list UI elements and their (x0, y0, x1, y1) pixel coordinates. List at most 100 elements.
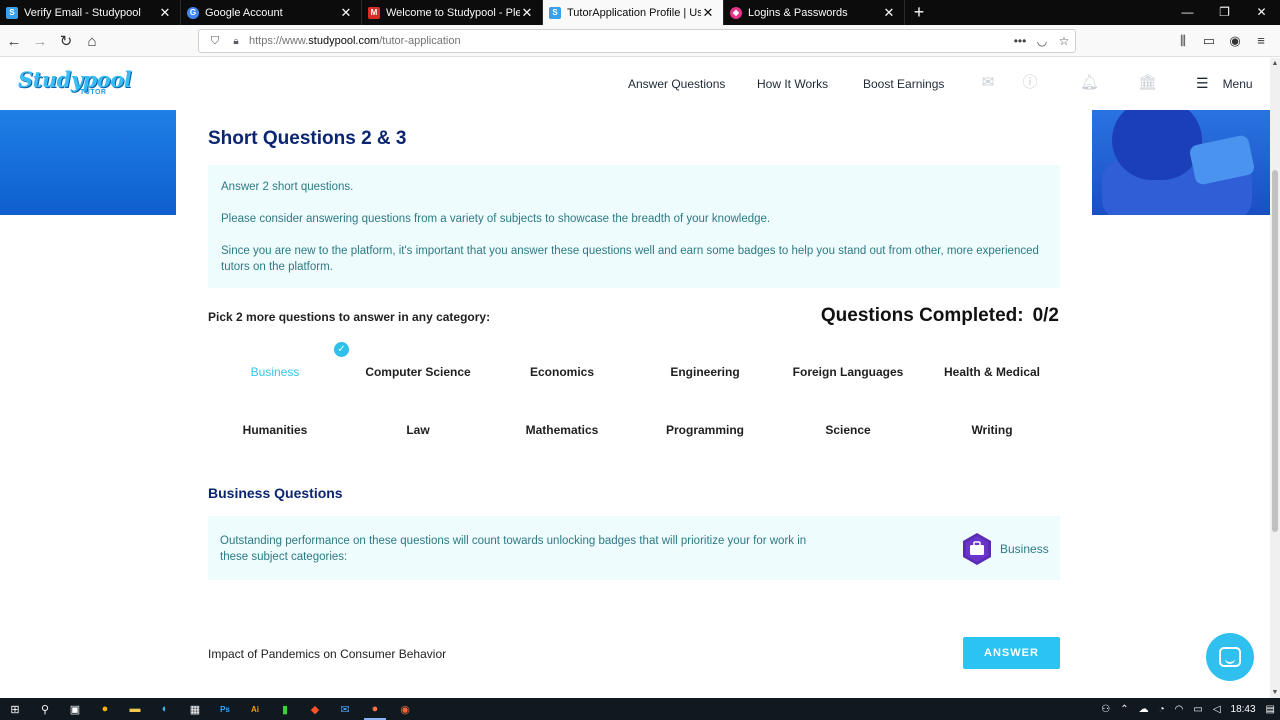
category-economics[interactable]: Economics (492, 346, 632, 398)
account-icon[interactable]: ◉ (1222, 30, 1248, 52)
site-header: Studypool TUTOR Answer Questions How It … (0, 58, 1270, 110)
chrome-icon[interactable]: ● (90, 698, 120, 720)
category-health-medical[interactable]: Health & Medical (922, 346, 1062, 398)
studypool-logo[interactable]: Studypool TUTOR (18, 67, 132, 96)
notification-icon[interactable]: ▤ (1261, 704, 1280, 715)
category-humanities[interactable]: Humanities (205, 404, 345, 456)
badge-info-text: Outstanding performance on these questio… (220, 535, 807, 563)
category-business[interactable]: Business (205, 346, 345, 398)
logo-subtitle: TUTOR (80, 89, 107, 96)
close-window-icon[interactable]: ✕ (1243, 0, 1280, 25)
wifi-icon[interactable]: ◠ (1170, 704, 1189, 715)
tab-close-icon[interactable]: ✕ (520, 5, 534, 21)
system-tray: ⚇ ⌃ ☁ ◔ ◠ ▭ ◁ 18:43 ▤ (1096, 698, 1280, 720)
store-icon[interactable]: ▦ (180, 698, 210, 720)
browser-tab-tutor-application[interactable]: S TutorApplication Profile | User ✕ (543, 0, 724, 25)
minimize-icon[interactable]: — (1169, 0, 1206, 25)
windows-start-icon[interactable]: ⊞ (0, 698, 30, 720)
onedrive-icon[interactable]: ☁ (1134, 704, 1154, 715)
chat-launcher-button[interactable] (1206, 633, 1254, 681)
tab-title: TutorApplication Profile | User (567, 6, 701, 19)
reload-icon[interactable]: ↻ (56, 31, 76, 51)
category-foreign-languages[interactable]: Foreign Languages (778, 346, 918, 398)
menu-button[interactable]: ☰ Menu (1196, 75, 1253, 92)
browser-tab-google-account[interactable]: G Google Account ✕ (181, 0, 362, 25)
battery-icon[interactable]: ▭ (1188, 704, 1207, 715)
browser-tab-logins-passwords[interactable]: ◆ Logins & Passwords ✕ (724, 0, 905, 25)
brave-icon[interactable]: ◆ (300, 698, 330, 720)
gmail-favicon-icon: M (368, 6, 380, 19)
clock[interactable]: 18:43 (1226, 704, 1261, 715)
category-mathematics[interactable]: Mathematics (492, 404, 632, 456)
url-prefix: https://www. (249, 35, 309, 47)
url-path: /tutor-application (379, 35, 461, 47)
people-icon[interactable]: ⚇ (1096, 704, 1115, 715)
restore-icon[interactable]: ❐ (1206, 0, 1243, 25)
volume-icon[interactable]: ◁ (1208, 704, 1226, 715)
lock-icon[interactable]: 🔒︎ (229, 36, 243, 47)
back-icon[interactable]: ← (4, 31, 24, 51)
page-actions-icon[interactable]: ••• (1009, 34, 1031, 48)
new-tab-icon[interactable]: + (905, 0, 933, 25)
tab-title: Welcome to Studypool - Please (386, 6, 520, 19)
tab-close-icon[interactable]: ✕ (882, 5, 896, 21)
scrollbar-thumb[interactable] (1272, 170, 1278, 532)
google-favicon-icon: G (187, 6, 199, 19)
menu-hamburger-icon: ☰ (1196, 75, 1209, 91)
mail-icon[interactable]: ✉ (979, 74, 997, 92)
nav-how-it-works[interactable]: How It Works (757, 58, 828, 110)
photoshop-icon[interactable]: Ps (210, 698, 240, 720)
category-programming[interactable]: Programming (635, 404, 775, 456)
tab-close-icon[interactable]: ✕ (701, 5, 715, 21)
tab-close-icon[interactable]: ✕ (339, 5, 353, 21)
page-title: Short Questions 2 & 3 (208, 128, 407, 149)
task-view-icon[interactable]: ▣ (60, 698, 90, 720)
illustrator-icon[interactable]: Ai (240, 698, 270, 720)
category-writing[interactable]: Writing (922, 404, 1062, 456)
browser-tab-welcome-gmail[interactable]: M Welcome to Studypool - Please ✕ (362, 0, 543, 25)
windows-taskbar: ⊞ ⚲ ▣ ● ▬ ◐ ▦ Ps Ai ▮ ◆ ✉ ● ◉ ⚇ ⌃ ☁ ◔ ◠ … (0, 698, 1280, 720)
nav-boost-earnings[interactable]: Boost Earnings (863, 58, 944, 110)
questions-completed-value: 0/2 (1032, 305, 1059, 326)
forward-icon[interactable]: → (30, 31, 50, 51)
badge-info-box: Outstanding performance on these questio… (208, 516, 1060, 580)
file-explorer-icon[interactable]: ▬ (120, 698, 150, 720)
url-text[interactable]: https://www.studypool.com/tutor-applicat… (249, 35, 1009, 47)
tab-close-icon[interactable]: ✕ (158, 5, 172, 21)
pocket-icon[interactable]: ◡ (1031, 34, 1053, 48)
category-law[interactable]: Law (348, 404, 488, 456)
library-icon[interactable]: ⫼ (1170, 30, 1196, 52)
sidebar-icon[interactable]: ▭ (1196, 30, 1222, 52)
green-app-icon[interactable]: ▮ (270, 698, 300, 720)
browser-nav-bar: ← → ↻ ⌂ ⛉ 🔒︎ https://www.studypool.com/t… (0, 25, 1280, 57)
mail-app-icon[interactable]: ✉ (330, 698, 360, 720)
alert-icon[interactable]: ⓘ (1021, 74, 1039, 92)
scroll-up-icon[interactable]: ▲ (1270, 60, 1280, 67)
hamburger-menu-icon[interactable]: ≡ (1248, 30, 1274, 52)
studypool-favicon-icon: S (549, 6, 561, 19)
category-science[interactable]: Science (778, 404, 918, 456)
bell-icon[interactable]: 🔔︎ (1080, 74, 1099, 92)
scroll-down-icon[interactable]: ▼ (1270, 689, 1280, 696)
bank-icon[interactable]: 🏛︎ (1138, 74, 1157, 92)
page-scrollbar[interactable]: ▲ ▼ (1270, 58, 1280, 698)
illustration-shape (1112, 110, 1202, 180)
firefox-icon[interactable]: ● (360, 698, 390, 720)
category-engineering[interactable]: Engineering (635, 346, 775, 398)
app-icon[interactable]: ◉ (390, 698, 420, 720)
instruction-text: Please consider answering questions from… (221, 213, 771, 225)
tracking-shield-icon[interactable]: ⛉ (205, 35, 225, 48)
menu-label: Menu (1222, 76, 1253, 91)
bookmark-star-icon[interactable]: ☆ (1053, 34, 1075, 48)
url-bar[interactable]: ⛉ 🔒︎ https://www.studypool.com/tutor-app… (198, 29, 1076, 53)
network-icon[interactable]: ◔ (1154, 704, 1170, 715)
answer-button[interactable]: ANSWER (963, 637, 1060, 669)
search-icon[interactable]: ⚲ (30, 698, 60, 720)
edge-icon[interactable]: ◐ (150, 698, 180, 720)
nav-answer-questions[interactable]: Answer Questions (628, 58, 725, 110)
home-icon[interactable]: ⌂ (82, 31, 102, 51)
category-computer-science[interactable]: Computer Science (348, 346, 488, 398)
tray-chevron-icon[interactable]: ⌃ (1115, 704, 1133, 715)
browser-tab-verify-email[interactable]: S Verify Email - Studypool ✕ (0, 0, 181, 25)
badge-label: Business (1000, 542, 1049, 556)
